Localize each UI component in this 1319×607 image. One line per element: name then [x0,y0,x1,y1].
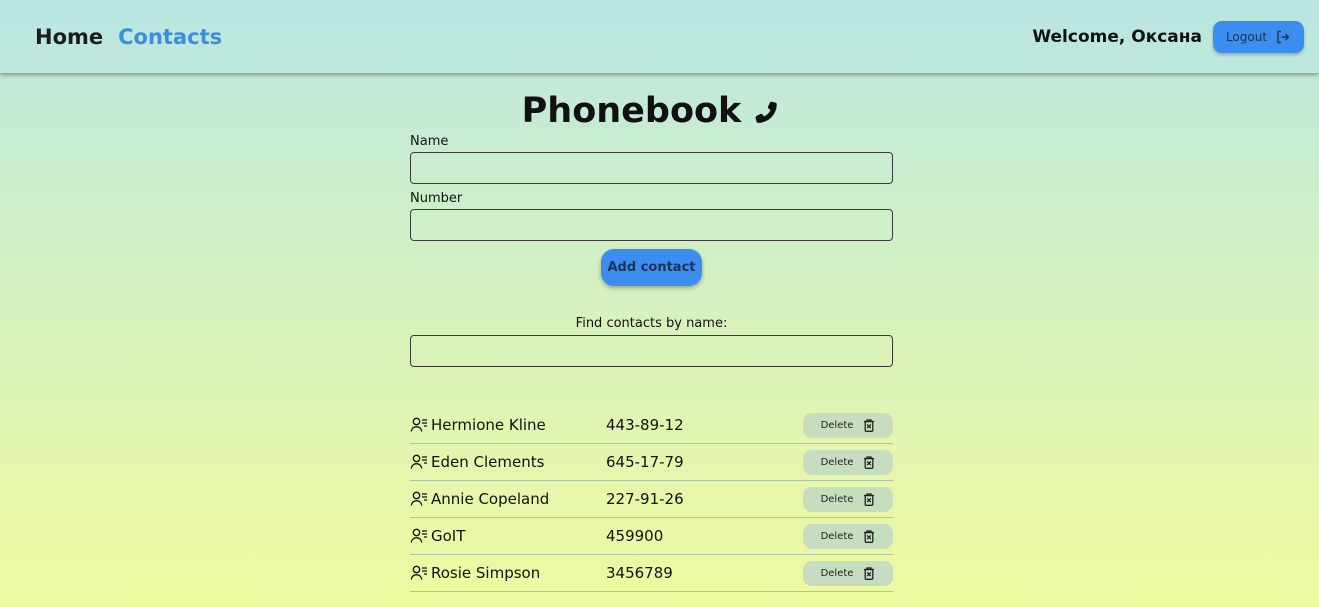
delete-contact-button[interactable]: Delete [803,524,893,549]
delete-contact-button[interactable]: Delete [803,450,893,475]
trash-icon [864,493,875,506]
contact-name: GoIT [431,527,466,545]
contact-row: GoIT 459900 Delete [410,518,893,555]
add-contact-form: Name Number Add contact [410,134,893,286]
delete-label: Delete [820,457,854,468]
person-icon [410,528,427,543]
logout-label: Logout [1225,29,1268,44]
trash-icon [864,530,875,543]
add-contact-button[interactable]: Add contact [601,249,702,286]
contact-name: Hermione Kline [431,416,546,434]
name-input[interactable] [410,152,893,184]
person-icon [410,417,427,432]
page-title-text: Phonebook [521,91,742,131]
person-icon [410,565,427,580]
nav-contacts-link[interactable]: Contacts [118,25,222,49]
trash-icon [864,567,875,580]
main-nav: Home Contacts [35,25,222,49]
nav-home-link[interactable]: Home [35,25,103,49]
delete-label: Delete [820,568,854,579]
delete-contact-button[interactable]: Delete [803,487,893,512]
trash-icon [864,456,875,469]
delete-contact-button[interactable]: Delete [803,561,893,586]
person-icon [410,491,427,506]
contact-row: Annie Copeland 227-91-26 Delete [410,481,893,518]
contact-number: 459900 [606,527,664,545]
phone-icon [755,101,778,123]
logout-icon [1277,30,1290,43]
logout-button[interactable]: Logout [1213,20,1304,53]
contact-number: 645-17-79 [606,453,684,471]
filter-label: Find contacts by name: [575,316,728,331]
contact-list: Hermione Kline 443-89-12 Delete Eden Clemen… [410,407,893,592]
user-menu: Welcome, Оксана Logout [1032,20,1304,53]
contact-row: Hermione Kline 443-89-12 Delete [410,407,893,444]
phonebook-main: Phonebook Name Number Add contact Find c… [410,88,893,592]
page-title: Phonebook [410,88,893,134]
contact-row: Eden Clements 645-17-79 Delete [410,444,893,481]
contact-name: Rosie Simpson [431,564,541,582]
contact-name: Annie Copeland [431,490,550,508]
name-label: Name [410,134,449,149]
delete-contact-button[interactable]: Delete [803,413,893,438]
delete-label: Delete [820,420,854,431]
filter-input[interactable] [410,335,893,367]
add-button-wrap: Add contact [410,249,893,286]
contact-number: 443-89-12 [606,416,684,434]
contact-number: 3456789 [606,564,673,582]
welcome-text: Welcome, Оксана [1032,26,1202,47]
number-input[interactable] [410,209,893,241]
person-icon [410,454,427,469]
delete-label: Delete [820,494,854,505]
contact-name: Eden Clements [431,453,545,471]
number-label: Number [410,191,463,206]
delete-label: Delete [820,531,854,542]
trash-icon [864,419,875,432]
contact-number: 227-91-26 [606,490,684,508]
contact-row: Rosie Simpson 3456789 Delete [410,555,893,592]
app-header: Home Contacts Welcome, Оксана Logout [0,0,1319,73]
